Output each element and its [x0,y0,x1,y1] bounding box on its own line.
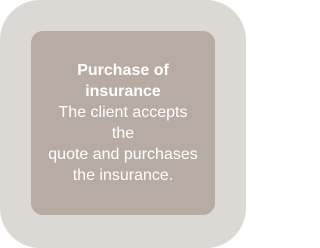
step-description-line: The client accepts [58,104,188,121]
step-description-line: the [111,125,135,142]
step-title: Purchase of insurance [77,62,169,100]
step-description-line: the insurance. [72,167,174,184]
step-description: The client accepts the quote and purchas… [35,102,211,186]
outer-frame: Purchase of insurance The client accepts… [0,0,246,248]
step-description-line: quote and purchases [48,146,198,163]
process-step-box: Purchase of insurance The client accepts… [31,31,215,215]
